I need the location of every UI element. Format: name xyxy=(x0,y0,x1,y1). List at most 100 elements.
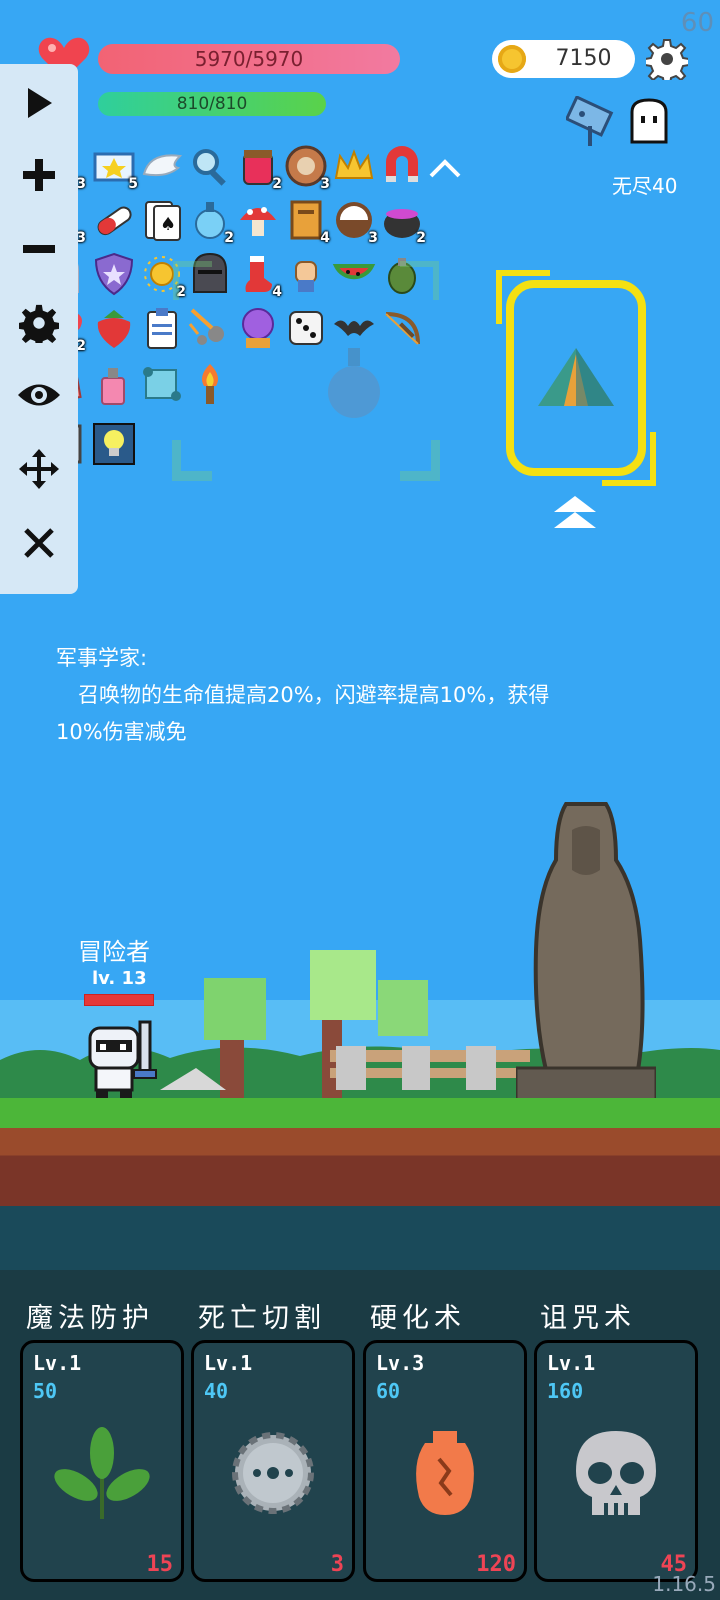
item-count: 4 xyxy=(320,230,330,246)
sidebar-settings-button[interactable] xyxy=(14,298,64,348)
skill-card[interactable]: Lv.3 60 120 xyxy=(363,1340,527,1582)
move-arrows-icon xyxy=(19,449,59,489)
inventory-item[interactable] xyxy=(140,144,184,188)
pill-icon xyxy=(97,206,132,236)
skill-name: 魔法防护 xyxy=(26,1303,154,1334)
minus-icon xyxy=(23,245,55,253)
zoom-in-button[interactable] xyxy=(14,150,64,200)
stone-statue xyxy=(516,802,656,1100)
inventory-item[interactable] xyxy=(92,422,136,466)
skill-level: Lv.1 xyxy=(33,1351,82,1375)
collapse-chevron-icon[interactable] xyxy=(428,156,462,180)
item-count: 2 xyxy=(416,230,426,246)
skill-card[interactable]: Lv.1 50 15 xyxy=(20,1340,184,1582)
coin-counter: 7150 xyxy=(492,40,635,78)
selected-item-slot[interactable] xyxy=(496,270,656,486)
eye-icon xyxy=(18,384,60,406)
knight-player-sprite[interactable] xyxy=(84,1018,162,1100)
coin-icon xyxy=(498,45,526,73)
star-shield-icon xyxy=(94,252,134,296)
inventory-item[interactable]: 2 xyxy=(380,198,426,246)
skill-level: Lv.3 xyxy=(376,1351,425,1375)
skill-level: Lv.1 xyxy=(204,1351,253,1375)
mp-bar: 810/810 xyxy=(98,92,326,116)
skill-count: 3 xyxy=(330,1552,344,1577)
cracked-vase-icon xyxy=(416,1431,474,1515)
fps-counter: 60 xyxy=(680,8,714,38)
skill-card[interactable]: Lv.1 40 3 xyxy=(191,1340,355,1582)
inventory-item[interactable] xyxy=(380,144,424,188)
description-title: 军事学家: xyxy=(56,646,148,670)
inventory-item[interactable] xyxy=(332,144,376,188)
close-icon xyxy=(24,528,54,558)
inventory-item[interactable]: 4 xyxy=(284,198,330,246)
ground-grass xyxy=(0,1098,720,1128)
visibility-button[interactable] xyxy=(14,370,64,420)
skill-card[interactable]: Lv.1 160 45 xyxy=(534,1340,698,1582)
skill-description: 军事学家: 召唤物的生命值提高20%，闪避率提高10%，获得 10%伤害减免 xyxy=(56,640,656,751)
plus-icon xyxy=(23,159,55,191)
player-hp-bar xyxy=(84,994,154,1006)
skill-cost: 60 xyxy=(376,1379,401,1403)
skill-name: 诅咒术 xyxy=(540,1303,636,1334)
play-button[interactable] xyxy=(14,78,64,128)
inventory-item[interactable]: ♠ xyxy=(140,198,184,242)
description-line-1: 召唤物的生命值提高20%，闪避率提高10%，获得 xyxy=(78,683,550,707)
ghost-pet-icon[interactable] xyxy=(626,98,672,146)
inventory-item[interactable]: 5 xyxy=(92,144,138,192)
close-button[interactable] xyxy=(14,518,64,568)
skill-level: Lv.1 xyxy=(547,1351,596,1375)
debug-sidebar xyxy=(0,64,78,594)
play-icon xyxy=(28,88,52,118)
inventory-item[interactable] xyxy=(92,306,136,350)
magnifier-icon xyxy=(193,149,226,186)
saw-blade-icon xyxy=(232,1432,314,1514)
skill-cost: 160 xyxy=(547,1379,584,1403)
zoom-out-button[interactable] xyxy=(14,224,64,274)
inventory-item[interactable]: 3 xyxy=(332,198,378,246)
hp-bar: 5970/5970 xyxy=(98,44,400,74)
fish-flag-icon[interactable] xyxy=(566,96,618,150)
description-line-2: 10%伤害减免 xyxy=(56,720,187,744)
wing-icon xyxy=(142,154,183,177)
skull-icon xyxy=(576,1431,656,1515)
equipment-slot-frame xyxy=(172,261,440,481)
coin-value: 7150 xyxy=(555,46,612,71)
upgrade-arrow-icon[interactable] xyxy=(552,494,598,532)
version-label: 1.16.5 xyxy=(652,1572,716,1596)
inventory-item[interactable] xyxy=(92,362,136,406)
move-button[interactable] xyxy=(14,444,64,494)
mode-label: 无尽40 xyxy=(612,174,678,198)
skill-count: 120 xyxy=(476,1552,516,1577)
skill-cost: 50 xyxy=(33,1379,58,1403)
crown-icon xyxy=(334,149,374,179)
skill-count: 15 xyxy=(146,1552,174,1577)
svg-text:♠: ♠ xyxy=(160,214,176,235)
item-count: 3 xyxy=(368,230,378,246)
strawberry-icon xyxy=(97,310,131,348)
settings-button[interactable] xyxy=(646,38,688,80)
inventory-item[interactable]: 3 xyxy=(284,144,330,192)
inventory-item[interactable]: 2 xyxy=(236,144,282,192)
magnet-icon xyxy=(386,146,418,182)
leaf-icon xyxy=(54,1427,150,1519)
skill-cost: 40 xyxy=(204,1379,229,1403)
flask-ghost-icon xyxy=(328,348,380,418)
inventory-item[interactable] xyxy=(92,252,136,296)
item-count: 2 xyxy=(224,230,234,246)
player-level: lv. 13 xyxy=(92,968,147,989)
item-count: 3 xyxy=(320,176,330,192)
inventory-item[interactable] xyxy=(188,144,232,188)
skill-name: 硬化术 xyxy=(370,1303,466,1334)
inventory-item[interactable] xyxy=(92,198,136,242)
ground-dirt xyxy=(0,1128,720,1206)
gear-icon xyxy=(19,304,59,343)
player-hp-fill xyxy=(85,995,153,1005)
item-count: 5 xyxy=(128,176,138,192)
skill-name: 死亡切割 xyxy=(198,1303,326,1334)
item-count: 2 xyxy=(272,176,282,192)
inventory-item[interactable]: 2 xyxy=(188,198,234,246)
playing-card-icon: ♠ xyxy=(145,201,181,241)
inventory-item[interactable] xyxy=(236,198,280,242)
spray-bottle-icon xyxy=(101,368,125,405)
